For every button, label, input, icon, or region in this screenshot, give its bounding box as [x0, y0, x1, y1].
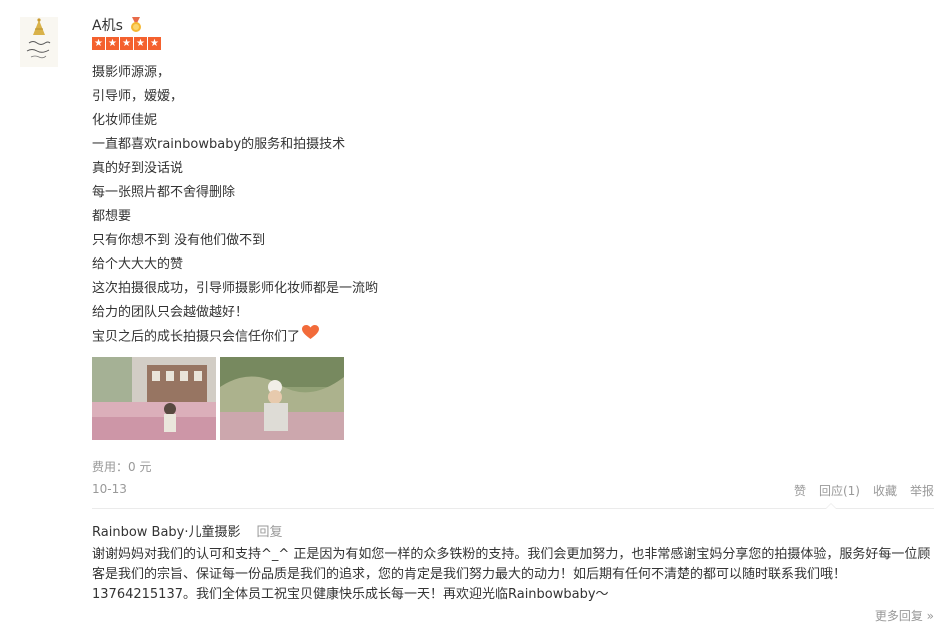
report-button[interactable]: 举报 — [910, 482, 934, 499]
member-medal-icon — [129, 17, 143, 33]
review-line: 引导师，嫒嫒， — [92, 89, 184, 104]
star-icon: ★ — [148, 37, 161, 50]
reviewer-name[interactable]: A机s — [92, 15, 123, 35]
like-button[interactable]: 赞 — [794, 482, 806, 499]
review-line: 摄影师源源， — [92, 65, 171, 80]
review-photo-1[interactable] — [92, 357, 216, 440]
star-icon: ★ — [120, 37, 133, 50]
caret-up-icon — [825, 503, 837, 509]
star-icon: ★ — [92, 37, 105, 50]
review-line: 给个大大大的赞 — [92, 257, 184, 272]
review-cost: 费用：0 元 — [92, 460, 152, 474]
review-line: 都想要 — [92, 209, 132, 224]
favorite-button[interactable]: 收藏 — [873, 482, 897, 499]
review-photo-2[interactable] — [220, 357, 344, 440]
merchant-name: Rainbow Baby·儿童摄影 — [92, 525, 241, 540]
star-icon: ★ — [106, 37, 119, 50]
review-line: 每一张照片都不舍得删除 — [92, 185, 236, 200]
merchant-reply-header: Rainbow Baby·儿童摄影 回复 — [92, 521, 283, 540]
review-photos — [92, 357, 344, 440]
review-date: 10-13 — [92, 482, 127, 496]
reviewer-name-row: A机s — [92, 15, 143, 35]
review-line: 这次拍摄很成功，引导师摄影师化妆师都是一流哟 — [92, 281, 379, 296]
review-actions: 赞 回应(1) 收藏 举报 — [794, 482, 934, 499]
user-avatar[interactable] — [20, 17, 58, 67]
heart-icon — [302, 325, 320, 349]
review-line-with-heart: 宝贝之后的成长拍摄只会信任你们了 — [92, 325, 378, 349]
birthday-avatar-image — [20, 17, 58, 67]
review-line: 真的好到没话说 — [92, 161, 184, 176]
review-line: 给力的团队只会越做越好！ — [92, 305, 249, 320]
review-line: 化妆师佳妮 — [92, 113, 158, 128]
review-line: 宝贝之后的成长拍摄只会信任你们了 — [92, 329, 301, 345]
reply-divider — [92, 503, 934, 515]
review-text: 摄影师源源， 引导师，嫒嫒， 化妆师佳妮 一直都喜欢rainbowbaby的服务… — [92, 61, 378, 349]
merchant-reply-text: 谢谢妈妈对我们的认可和支持^_^ 正是因为有如您一样的众多铁粉的支持。我们会更加… — [92, 547, 931, 602]
reply-count-button[interactable]: 回应(1) — [819, 482, 860, 499]
review-line: 一直都喜欢rainbowbaby的服务和拍摄技术 — [92, 137, 346, 152]
star-icon: ★ — [134, 37, 147, 50]
review-line: 只有你想不到 没有他们做不到 — [92, 233, 266, 248]
rating-stars: ★ ★ ★ ★ ★ — [92, 37, 161, 50]
reply-button[interactable]: 回复 — [257, 521, 283, 540]
more-replies-link[interactable]: 更多回复 » — [875, 607, 934, 624]
